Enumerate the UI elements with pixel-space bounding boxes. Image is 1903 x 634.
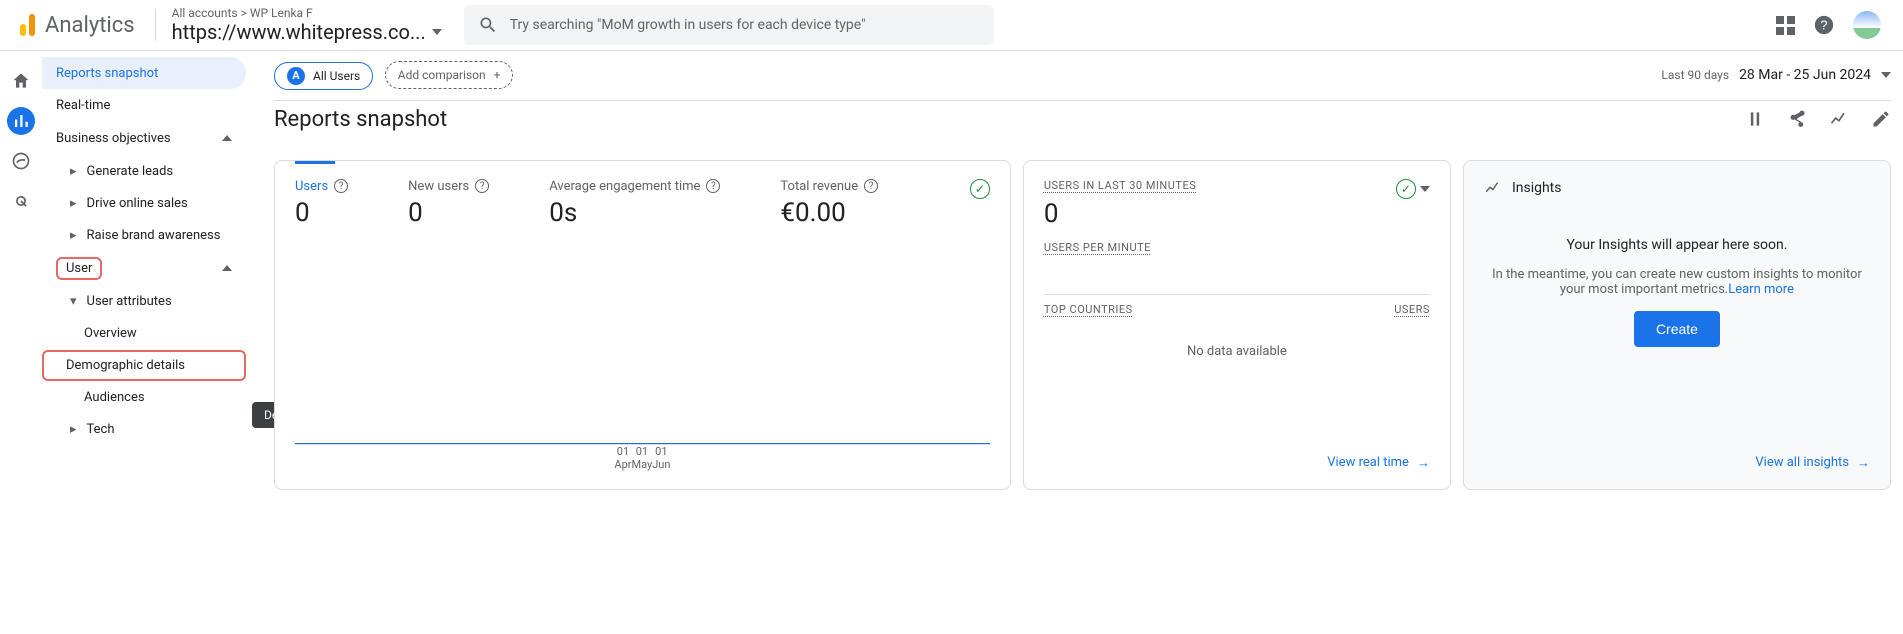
property-name: https://www.whitepress.co... (172, 20, 442, 44)
x-tick: 01 Apr (614, 445, 631, 471)
sidebar-item-overview[interactable]: Overview (42, 317, 246, 349)
sidebar-item-tech[interactable]: ▸Tech (42, 413, 246, 445)
metric-users[interactable]: Users? 0 (295, 179, 348, 228)
compare-icon[interactable] (1745, 109, 1765, 129)
users-per-minute-label: USERS PER MINUTE (1044, 241, 1430, 254)
arrow-right-icon: → (1417, 455, 1430, 471)
caret-right-icon: ▸ (70, 422, 77, 437)
realtime-heading: USERS IN LAST 30 MINUTES (1044, 179, 1196, 192)
top-countries-label: TOP COUNTRIES (1044, 303, 1133, 316)
x-tick: 01 Jun (652, 445, 670, 471)
header-actions: ? (1754, 11, 1903, 39)
date-range-picker[interactable]: Last 90 days 28 Mar - 25 Jun 2024 (1661, 67, 1891, 83)
data-quality-check[interactable]: ✓ (1396, 179, 1430, 199)
search-icon (478, 15, 498, 35)
kpi-card: Users? 0 New users? 0 Average engagement… (274, 160, 1011, 490)
data-quality-check[interactable]: ✓ (970, 179, 990, 199)
insights-title: Insights (1512, 180, 1562, 196)
caret-right-icon: ▸ (70, 196, 77, 211)
insights-card: Insights Your Insights will appear here … (1463, 160, 1891, 490)
realtime-value: 0 (1044, 199, 1430, 229)
x-tick: 01 May (632, 445, 653, 471)
account-avatar[interactable] (1853, 11, 1881, 39)
users-col-label: USERS (1394, 303, 1430, 316)
view-all-insights-link[interactable]: View all insights → (1755, 455, 1870, 471)
timeseries-chart (295, 228, 990, 443)
reports-sidebar: Reports snapshot Real-time Business obje… (42, 51, 246, 634)
account-switcher[interactable]: All accounts > WP Lenka F https://www.wh… (160, 6, 454, 44)
account-path: All accounts > WP Lenka F (172, 6, 442, 20)
caret-right-icon: ▸ (70, 228, 77, 243)
sidebar-item-realtime[interactable]: Real-time (42, 89, 246, 121)
help-icon[interactable]: ? (706, 179, 720, 193)
view-realtime-link[interactable]: View real time → (1327, 455, 1430, 471)
caret-down-icon: ▾ (70, 294, 77, 309)
sidebar-section-user[interactable]: User (42, 251, 246, 285)
add-comparison-button[interactable]: Add comparison + (385, 61, 514, 89)
sidebar-item-audiences[interactable]: Audiences (42, 381, 246, 413)
chevron-down-icon (1881, 72, 1891, 78)
no-data-message: No data available (1044, 344, 1430, 359)
audience-badge-icon: A (287, 67, 305, 85)
insights-soon: Your Insights will appear here soon. (1566, 237, 1787, 253)
reports-icon[interactable] (7, 107, 35, 135)
learn-more-link[interactable]: Learn more (1728, 282, 1794, 297)
date-range-label: Last 90 days (1661, 68, 1729, 82)
sidebar-item-drive-online-sales[interactable]: ▸Drive online sales (42, 187, 246, 219)
svg-text:?: ? (1820, 18, 1827, 33)
check-circle-icon: ✓ (970, 179, 990, 199)
search-bar[interactable]: Try searching "MoM growth in users for e… (464, 5, 994, 45)
filter-audience-all-users[interactable]: A All Users (274, 62, 373, 90)
workspaces-icon[interactable] (1776, 16, 1795, 35)
search-placeholder: Try searching "MoM growth in users for e… (510, 17, 866, 33)
insights-desc: In the meantime, you can create new cust… (1484, 267, 1870, 297)
sidebar-item-user-attributes[interactable]: ▾User attributes (42, 285, 246, 317)
sidebar-section-business-objectives[interactable]: Business objectives (42, 121, 246, 155)
metric-engagement-time[interactable]: Average engagement time? 0s (549, 179, 720, 228)
home-icon[interactable] (7, 67, 35, 95)
main-content: A All Users Add comparison + Last 90 day… (246, 51, 1903, 634)
plus-icon: + (494, 68, 501, 82)
sidebar-item-reports-snapshot[interactable]: Reports snapshot (42, 57, 246, 89)
help-icon[interactable]: ? (475, 179, 489, 193)
help-icon[interactable]: ? (1813, 14, 1835, 36)
chevron-up-icon (222, 265, 232, 271)
help-icon[interactable]: ? (864, 179, 878, 193)
metric-new-users[interactable]: New users? 0 (408, 179, 489, 228)
analytics-logo-icon (20, 14, 35, 36)
arrow-right-icon: → (1857, 455, 1870, 471)
chevron-up-icon (222, 135, 232, 141)
help-icon[interactable]: ? (334, 179, 348, 193)
check-circle-icon: ✓ (1396, 179, 1416, 199)
chevron-down-icon (1420, 186, 1430, 192)
create-insight-button[interactable]: Create (1634, 311, 1720, 347)
edit-icon[interactable] (1871, 109, 1891, 129)
divider (155, 9, 156, 41)
date-range-value: 28 Mar - 25 Jun 2024 (1739, 67, 1871, 83)
app-header: Analytics All accounts > WP Lenka F http… (0, 0, 1903, 51)
sidebar-item-generate-leads[interactable]: ▸Generate leads (42, 155, 246, 187)
advertising-icon[interactable] (7, 187, 35, 215)
analytics-logo[interactable]: Analytics (0, 13, 151, 38)
page-title: Reports snapshot (274, 107, 447, 132)
active-metric-indicator (295, 161, 335, 164)
caret-right-icon: ▸ (70, 164, 77, 179)
insights-spark-icon[interactable] (1829, 109, 1849, 129)
insights-spark-icon (1484, 179, 1502, 197)
sidebar-item-demographic-details[interactable]: Demographic details (42, 349, 246, 381)
explore-icon[interactable] (7, 147, 35, 175)
share-icon[interactable] (1787, 109, 1807, 129)
realtime-card: USERS IN LAST 30 MINUTES ✓ 0 USERS PER M… (1023, 160, 1451, 490)
chevron-down-icon (432, 29, 442, 35)
sidebar-item-raise-brand-awareness[interactable]: ▸Raise brand awareness (42, 219, 246, 251)
metric-total-revenue[interactable]: Total revenue? €0.00 (780, 179, 878, 228)
brand-name: Analytics (45, 13, 135, 38)
nav-rail (0, 51, 42, 634)
